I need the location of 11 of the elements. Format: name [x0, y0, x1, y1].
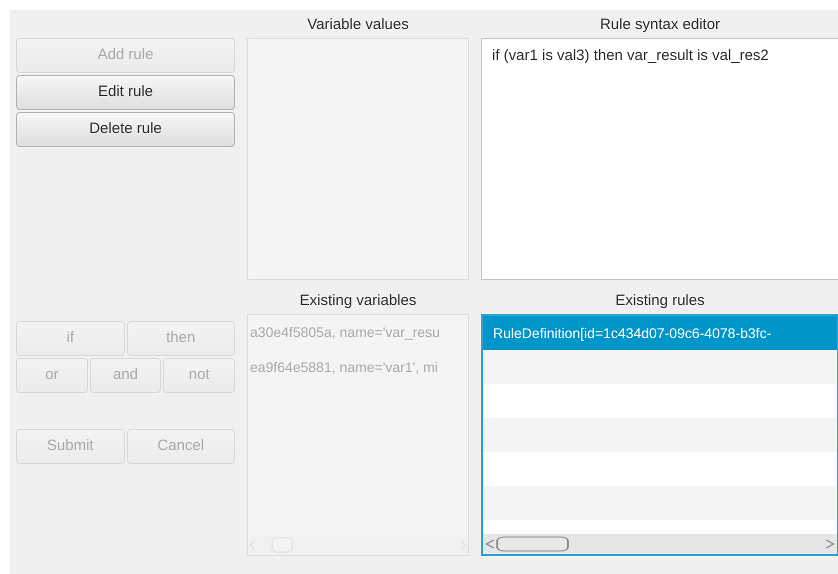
list-item: ea9f64e5881, name='var1', mi [249, 358, 439, 377]
panel-title: Existing variables [298, 291, 418, 311]
rule-editor-field[interactable]: if (var1 is val3) then var_result is val_res2 [481, 38, 838, 280]
list-item[interactable]: RuleDefinition[id=1c434d07-09c6-4078-b3fc- [483, 316, 837, 350]
panel-title: Existing rules [614, 291, 706, 311]
button[interactable]: Edit rule [16, 75, 235, 110]
panel-title: Rule syntax editor [598, 15, 722, 35]
panel-title: Variable values [306, 15, 410, 35]
list-item: a30e4f5805a, name='var_resu [249, 323, 441, 342]
horizontal-scrollbar[interactable] [483, 534, 837, 554]
button[interactable]: Delete rule [16, 112, 235, 147]
